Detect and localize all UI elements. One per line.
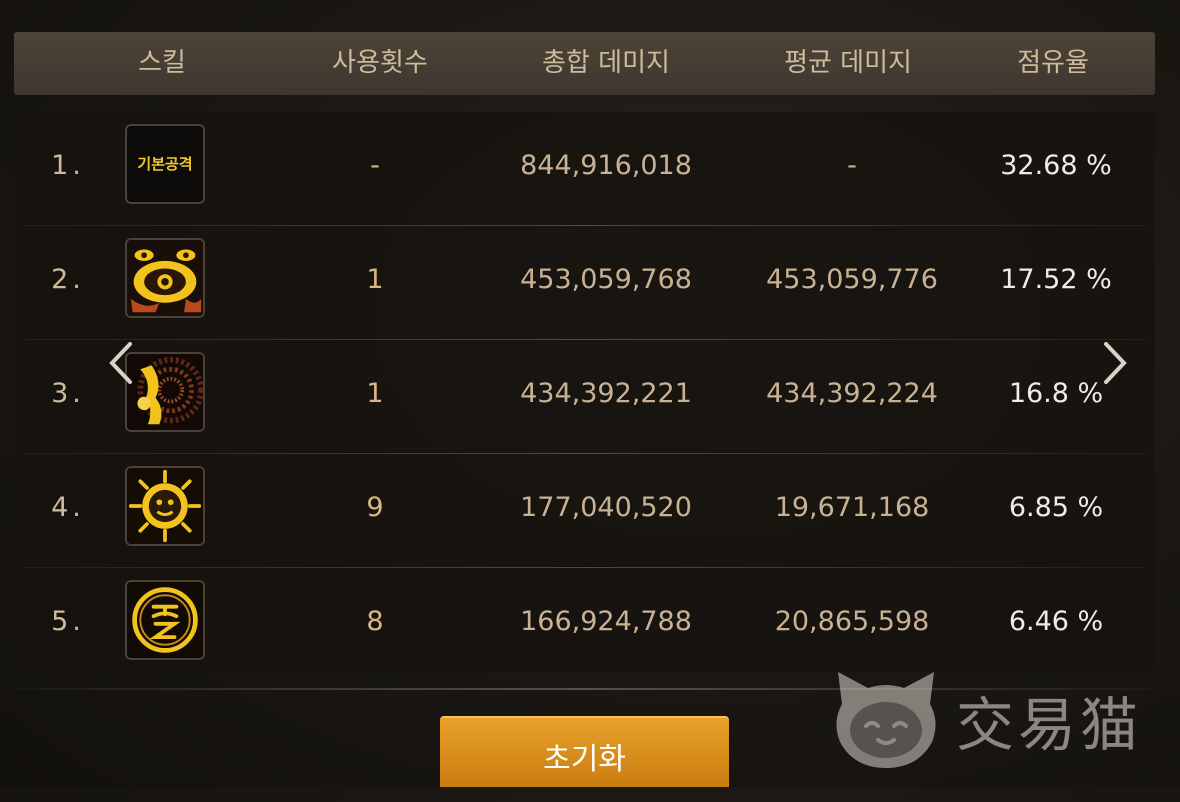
rank: 5. bbox=[51, 606, 85, 637]
damage-share: 16.8 % bbox=[1008, 378, 1104, 409]
header-skill: 스킬 bbox=[138, 48, 186, 78]
table-header: 스킬 사용횟수 총합 데미지 평균 데미지 점유율 bbox=[14, 32, 1155, 95]
watermark-text: 交易猫 bbox=[956, 691, 1143, 759]
avg-damage: 434,392,224 bbox=[766, 378, 938, 409]
table-row[interactable]: 2. 1 453,059,768 453,059,776 17.52 % bbox=[14, 226, 1155, 340]
cat-logo-icon bbox=[836, 672, 936, 768]
damage-share: 6.85 % bbox=[1008, 492, 1104, 523]
rank: 1. bbox=[51, 150, 85, 181]
rank: 3. bbox=[51, 378, 85, 409]
table-row[interactable]: 4. 9 177,040,520 19,671,168 6.85 % bbox=[14, 454, 1155, 568]
damage-share: 17.52 % bbox=[1000, 264, 1112, 295]
avg-damage: 20,865,598 bbox=[774, 606, 930, 637]
header-avg-damage: 평균 데미지 bbox=[784, 48, 912, 78]
total-damage: 166,924,788 bbox=[520, 606, 692, 637]
table-row[interactable]: 1. 기본공격 - 844,916,018 - 32.68 % bbox=[14, 112, 1155, 226]
use-count: 1 bbox=[366, 264, 384, 295]
avg-damage: 453,059,776 bbox=[766, 264, 938, 295]
header-share: 점유율 bbox=[1017, 48, 1089, 78]
use-count: - bbox=[370, 150, 380, 181]
use-count: 9 bbox=[366, 492, 384, 523]
chevron-left-icon[interactable] bbox=[106, 340, 136, 386]
header-uses: 사용횟수 bbox=[332, 48, 428, 78]
avg-damage: - bbox=[847, 150, 857, 181]
basic-attack-label: 기본공격 bbox=[137, 155, 193, 173]
total-damage: 453,059,768 bbox=[520, 264, 692, 295]
avg-damage: 19,671,168 bbox=[774, 492, 930, 523]
total-damage: 177,040,520 bbox=[520, 492, 692, 523]
damage-table: 1. 기본공격 - 844,916,018 - 32.68 % 2. 1 453… bbox=[14, 112, 1155, 672]
rank: 4. bbox=[51, 492, 85, 523]
table-row[interactable]: 3. 1 434,392,221 434,392,224 16.8 % bbox=[14, 340, 1155, 454]
use-count: 8 bbox=[366, 606, 384, 637]
damage-share: 6.46 % bbox=[1008, 606, 1104, 637]
basic-attack-icon[interactable]: 기본공격 bbox=[125, 124, 205, 204]
eye-skill-icon[interactable] bbox=[125, 238, 205, 318]
chevron-right-icon[interactable] bbox=[1100, 340, 1130, 386]
reset-button[interactable]: 초기화 bbox=[440, 716, 729, 787]
use-count: 1 bbox=[366, 378, 384, 409]
damage-share: 32.68 % bbox=[1000, 150, 1112, 181]
header-total-damage: 총합 데미지 bbox=[542, 48, 670, 78]
rune-circle-skill-icon[interactable] bbox=[125, 580, 205, 660]
rank: 2. bbox=[51, 264, 85, 295]
watermark: 交易猫 bbox=[828, 664, 1168, 774]
total-damage: 434,392,221 bbox=[520, 378, 692, 409]
total-damage: 844,916,018 bbox=[520, 150, 692, 181]
vortex-skill-icon[interactable] bbox=[125, 352, 205, 432]
sun-face-skill-icon[interactable] bbox=[125, 466, 205, 546]
